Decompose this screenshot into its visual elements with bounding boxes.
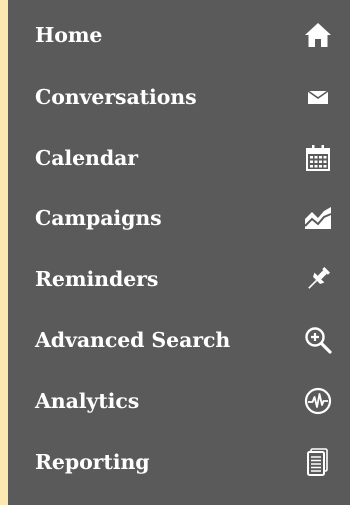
- nav-item-label: Calendar: [35, 145, 138, 170]
- pushpin-icon: [298, 261, 338, 297]
- nav-item-conversations[interactable]: Conversations: [8, 66, 350, 127]
- nav-item-reminders[interactable]: Reminders: [8, 248, 350, 309]
- calendar-icon: [298, 140, 338, 176]
- nav-item-label: Conversations: [35, 84, 197, 109]
- nav-item-label: Analytics: [35, 388, 140, 413]
- document-stack-icon: [298, 444, 338, 480]
- nav-item-home[interactable]: Home: [8, 4, 350, 65]
- home-icon: [298, 17, 338, 53]
- nav-item-reporting[interactable]: Reporting: [8, 431, 350, 492]
- nav-item-label: Advanced Search: [35, 327, 231, 352]
- nav-item-label: Home: [35, 22, 103, 47]
- nav-item-label: Reminders: [35, 266, 159, 291]
- nav-item-advanced-search[interactable]: Advanced Search: [8, 309, 350, 370]
- nav-item-label: Campaigns: [35, 205, 162, 230]
- zoom-search-icon: [298, 322, 338, 358]
- envelope-icon: [298, 79, 338, 115]
- nav-item-calendar[interactable]: Calendar: [8, 127, 350, 188]
- nav-item-analytics[interactable]: Analytics: [8, 370, 350, 431]
- nav-item-label: Reporting: [35, 449, 150, 474]
- sidebar-nav: Home Conversations Calendar Campaigns Re…: [8, 0, 350, 505]
- nav-item-campaigns[interactable]: Campaigns: [8, 187, 350, 248]
- pulse-circle-icon: [298, 383, 338, 419]
- area-chart-icon: [298, 200, 338, 236]
